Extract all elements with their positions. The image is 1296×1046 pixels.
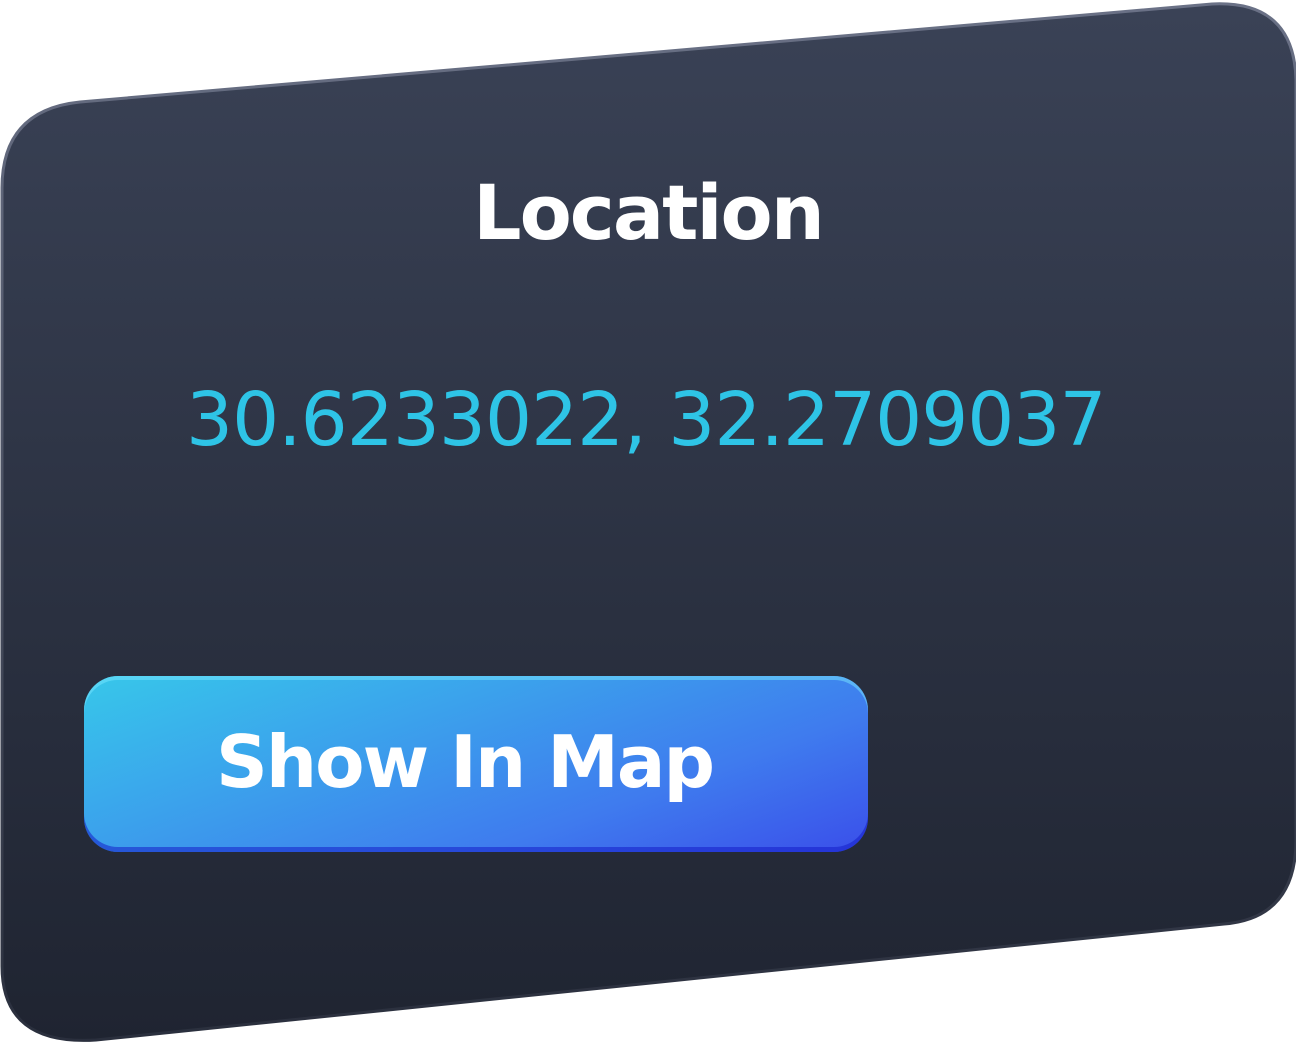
location-card-stage: Location 30.6233022, 32.2709037 Show In …	[0, 0, 1296, 1046]
show-in-map-button-label: Show In Map	[216, 720, 715, 804]
show-in-map-button[interactable]: Show In Map	[84, 676, 868, 852]
location-card	[0, 2, 1296, 1042]
card-title: Location	[473, 168, 825, 257]
coordinates-value: 30.6233022, 32.2709037	[186, 377, 1107, 463]
